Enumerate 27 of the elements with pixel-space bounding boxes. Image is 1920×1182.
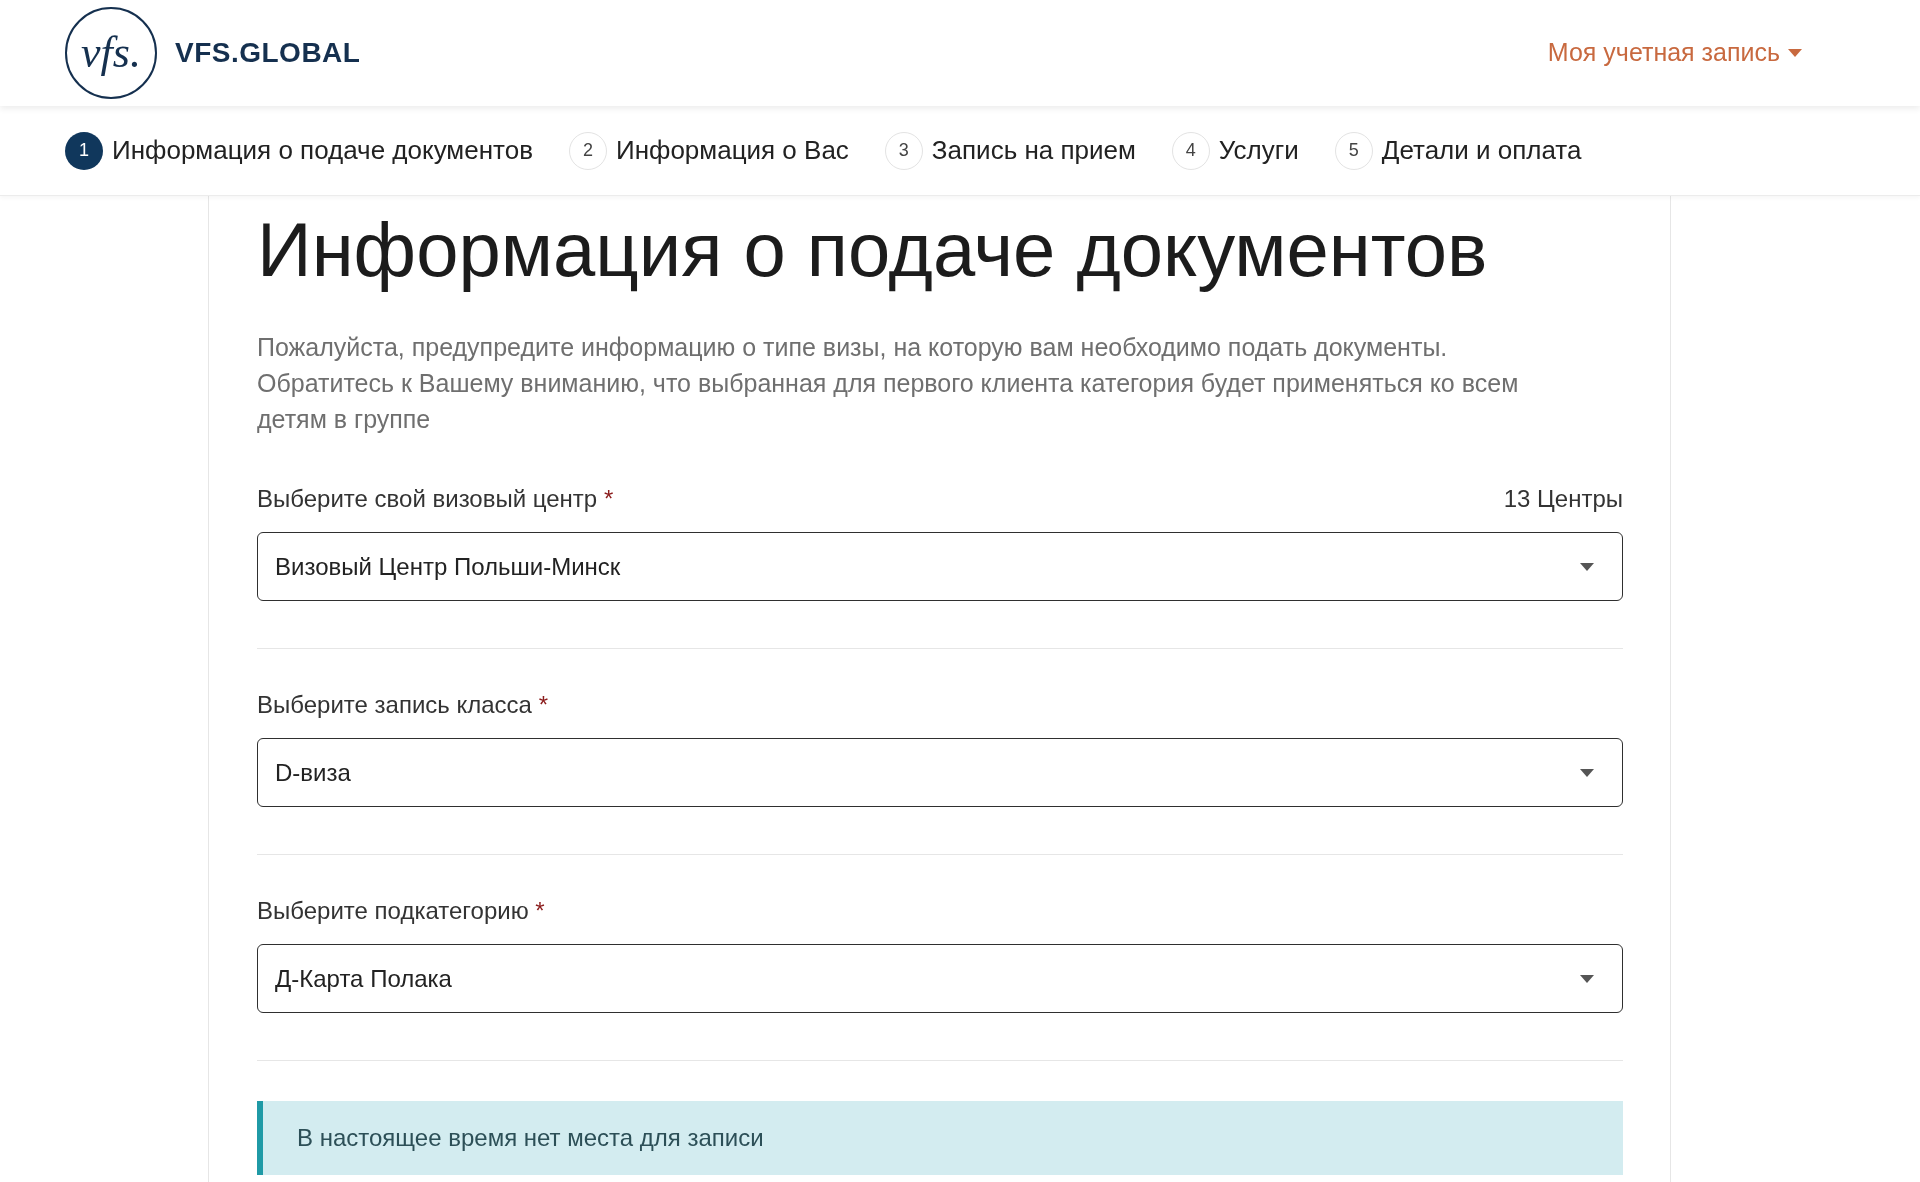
info-alert: В настоящее время нет места для записи [257,1101,1623,1175]
step-number: 1 [65,131,103,170]
field-label: Выберите запись класса * [257,690,548,720]
step-label: Информация о Вас [615,134,849,167]
field-label: Выберите подкатегорию * [257,896,545,926]
step-label: Запись на прием [931,134,1136,167]
step-number: 5 [1334,131,1373,170]
caret-icon [1580,562,1594,571]
step-number: 4 [1171,131,1210,170]
caret-icon [1580,974,1594,983]
center-count: 13 Центры [1503,484,1623,514]
logo-text: VFS.GLOBAL [175,36,361,70]
caret-icon [1580,768,1594,777]
step-number: 2 [568,131,607,170]
field-label: Выберите свой визовый центр * [257,484,614,514]
step-label: Детали и оплата [1381,134,1582,167]
step-number: 3 [884,131,923,170]
step-label: Информация о подаче документов [112,134,533,167]
page-title: Информация о подаче документов [257,206,1489,294]
logo-emblem[interactable]: vfs. [65,7,157,99]
account-menu[interactable]: Моя учетная запись [1547,34,1802,72]
select-field[interactable]: D-виза [257,738,1623,807]
page-description: Пожалуйста, предупредите информацию о типе визы, на которую вам необходимо подать документы. Обратитесь к Вашему вниманию, что выбранная для первого клиента категория будет применяться ко всем детям в группе [257,332,1520,435]
caret-icon [1788,49,1802,57]
select-field[interactable]: Д-Карта Полака [257,944,1623,1013]
step-label: Услуги [1218,134,1299,167]
select-field[interactable]: Визовый Центр Польши-Минск [257,532,1623,601]
